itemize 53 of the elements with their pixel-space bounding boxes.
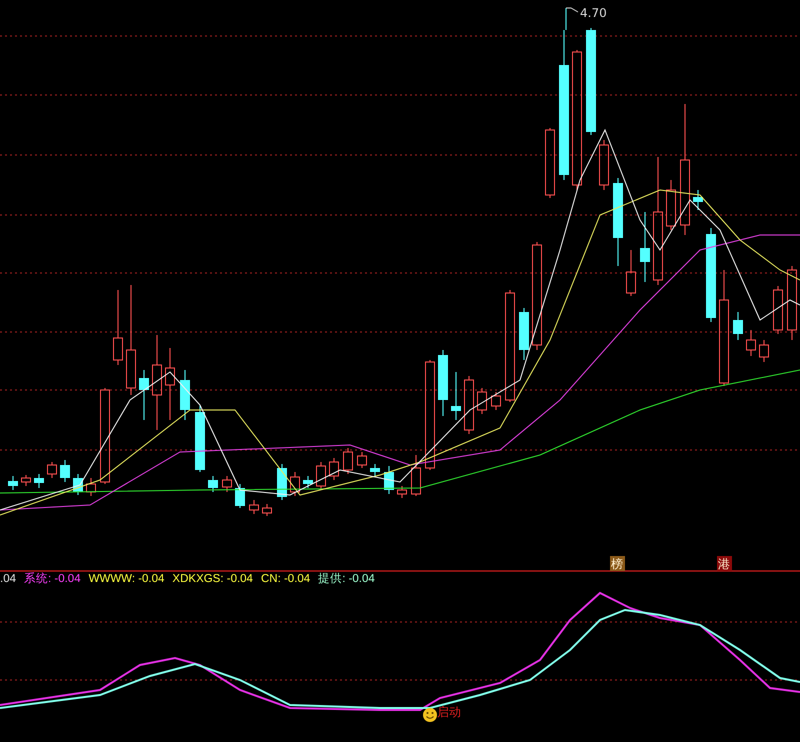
candlestick [370, 464, 380, 476]
candlestick [249, 500, 259, 514]
candlestick [34, 474, 44, 488]
candlestick [316, 462, 326, 490]
candlestick [477, 388, 487, 414]
indicator-legend-value: 系统: -0.04 [24, 572, 81, 586]
indicator-legend-value: 提供: -0.04 [318, 572, 375, 586]
indicator-legend-value: XDKXGS: -0.04 [172, 572, 253, 586]
candlestick [464, 376, 474, 434]
candlestick [8, 476, 18, 490]
candlestick [208, 476, 218, 492]
candlestick [195, 404, 205, 472]
candlestick [262, 504, 272, 516]
candlestick [397, 486, 407, 498]
tag-label: 港 [718, 557, 730, 571]
tag-label: 榜 [611, 557, 623, 571]
candlestick [21, 474, 31, 486]
candlestick [693, 190, 703, 210]
candlestick [303, 476, 313, 488]
candlestick [773, 286, 783, 334]
candlestick [73, 474, 83, 496]
high-price-label: 4.70 [580, 6, 607, 20]
candlestick [666, 180, 676, 230]
indicator-legend-value: WWWW: -0.04 [88, 572, 164, 586]
high-price-flag-icon [566, 8, 578, 30]
candlestick [343, 448, 353, 474]
candlestick [329, 458, 339, 480]
candlestick [519, 308, 529, 360]
candlestick [759, 340, 769, 362]
candlestick [746, 330, 756, 356]
candlestick [626, 250, 636, 296]
smiley-icon [423, 708, 437, 722]
candlestick [384, 466, 394, 494]
candlestick [733, 312, 743, 340]
candlestick [599, 140, 609, 190]
candlestick [411, 454, 421, 496]
candlestick [545, 128, 555, 198]
candlestick [451, 372, 461, 420]
candlestick [491, 392, 501, 410]
candlestick [438, 350, 448, 416]
candlestick [60, 460, 70, 482]
candlestick [222, 476, 232, 492]
candlestick [180, 370, 190, 420]
candlestick [357, 452, 367, 468]
candlestick [290, 472, 300, 496]
indicator-legend-value: .04 [0, 572, 16, 586]
candlestick [640, 212, 650, 282]
candlestick [139, 370, 149, 420]
indicator-legend-value: CN: -0.04 [260, 572, 310, 586]
candlestick [86, 478, 96, 496]
signal-label: 启动 [437, 705, 461, 719]
candlestick [235, 484, 245, 508]
candlestick [47, 462, 57, 478]
